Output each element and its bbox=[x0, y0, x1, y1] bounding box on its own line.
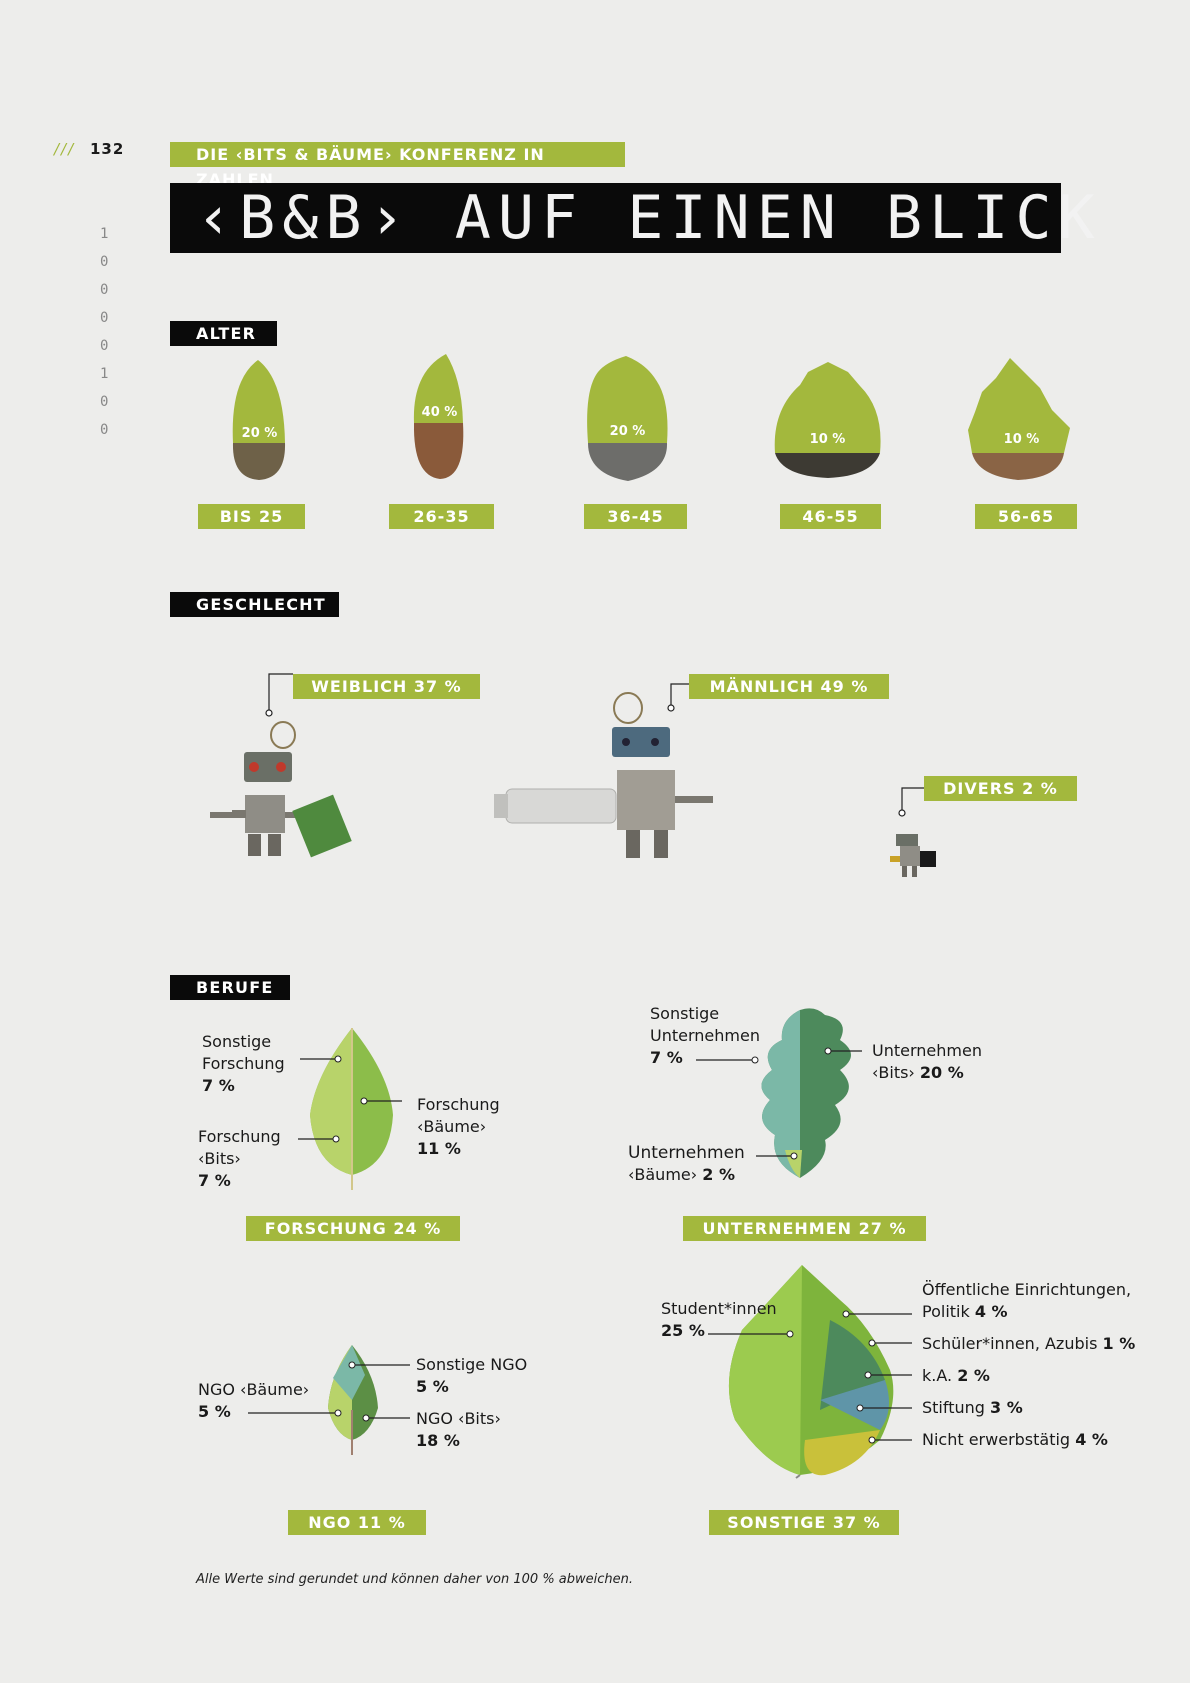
label-oeffentlich: Öffentliche Einrichtungen, Politik 4 % bbox=[922, 1279, 1131, 1323]
tag-sonstige: SONSTIGE 37 % bbox=[709, 1510, 899, 1535]
label-line: Öffentliche Einrichtungen, bbox=[922, 1280, 1132, 1299]
label-ngo-baeume: NGO ‹Bäume› 5 % bbox=[198, 1379, 309, 1423]
label-pct: 7 % bbox=[650, 1048, 683, 1067]
label-line: Unternehmen bbox=[650, 1026, 760, 1045]
label-line: Stiftung bbox=[922, 1398, 985, 1417]
label-sonstige-ngo: Sonstige NGO 5 % bbox=[416, 1354, 527, 1398]
label-pct: 25 % bbox=[661, 1321, 705, 1340]
label-line: Student*innen bbox=[661, 1299, 777, 1318]
label-forschung-bits: Forschung ‹Bits› 7 % bbox=[198, 1126, 281, 1192]
leaf-forschung bbox=[298, 1028, 402, 1190]
label-student: Student*innen 25 % bbox=[661, 1298, 777, 1342]
label-ngo-bits: NGO ‹Bits› 18 % bbox=[416, 1408, 501, 1452]
label-unternehmen-baeume: Unternehmen ‹Bäume› 2 % bbox=[628, 1142, 745, 1186]
label-line: Schüler*innen, Azubis bbox=[922, 1334, 1098, 1353]
label-line: Unternehmen bbox=[872, 1041, 982, 1060]
label-stiftung: Stiftung 3 % bbox=[922, 1397, 1023, 1419]
label-pct: 4 % bbox=[1075, 1430, 1108, 1449]
footnote: Alle Werte sind gerundet und können dahe… bbox=[196, 1572, 634, 1587]
label-nicht-erwerbstaetig: Nicht erwerbstätig 4 % bbox=[922, 1429, 1108, 1451]
label-line: NGO ‹Bits› bbox=[416, 1409, 501, 1428]
label-line: Nicht erwerbstätig bbox=[922, 1430, 1071, 1449]
label-line: ‹Bits› bbox=[872, 1063, 915, 1082]
label-pct: 2 % bbox=[957, 1366, 990, 1385]
label-pct: 18 % bbox=[416, 1431, 460, 1450]
label-line: Politik bbox=[922, 1302, 970, 1321]
label-pct: 1 % bbox=[1102, 1334, 1136, 1353]
label-pct: 4 % bbox=[974, 1302, 1008, 1321]
label-pct: 7 % bbox=[198, 1171, 231, 1190]
label-line: Sonstige bbox=[650, 1004, 720, 1023]
label-pct: 20 % bbox=[919, 1063, 964, 1082]
label-pct: 7 % bbox=[202, 1076, 235, 1095]
label-line: NGO ‹Bäume› bbox=[198, 1380, 310, 1399]
label-line: ‹Bäume› bbox=[417, 1117, 487, 1136]
label-line: k.A. bbox=[922, 1366, 953, 1385]
label-sonstige-forschung: Sonstige Forschung 7 % bbox=[202, 1031, 285, 1097]
label-line: Sonstige NGO bbox=[416, 1355, 528, 1374]
label-pct: 5 % bbox=[416, 1377, 449, 1396]
label-line: Forschung bbox=[198, 1127, 281, 1146]
label-line: Forschung bbox=[202, 1054, 285, 1073]
label-line: ‹Bäume› bbox=[628, 1165, 698, 1184]
label-forschung-baeume: Forschung ‹Bäume› 11 % bbox=[417, 1094, 500, 1160]
label-unternehmen-bits: Unternehmen ‹Bits› 20 % bbox=[872, 1040, 982, 1084]
label-line: Forschung bbox=[417, 1095, 500, 1114]
label-pct: 3 % bbox=[990, 1398, 1023, 1417]
leaf-sonstige bbox=[708, 1265, 912, 1479]
label-pct: 2 % bbox=[702, 1165, 735, 1184]
label-sonstige-unternehmen: Sonstige Unternehmen 7 % bbox=[650, 1003, 760, 1069]
tag-forschung: FORSCHUNG 24 % bbox=[246, 1216, 460, 1241]
label-pct: 11 % bbox=[417, 1139, 461, 1158]
label-ka: k.A. 2 % bbox=[922, 1365, 990, 1387]
label-line: ‹Bits› bbox=[198, 1149, 241, 1168]
tag-unternehmen: UNTERNEHMEN 27 % bbox=[683, 1216, 926, 1241]
label-schueler: Schüler*innen, Azubis 1 % bbox=[922, 1333, 1135, 1355]
label-line: Sonstige bbox=[202, 1032, 272, 1051]
label-pct: 5 % bbox=[198, 1402, 231, 1421]
label-line: Unternehmen bbox=[628, 1143, 745, 1163]
tag-ngo: NGO 11 % bbox=[288, 1510, 426, 1535]
